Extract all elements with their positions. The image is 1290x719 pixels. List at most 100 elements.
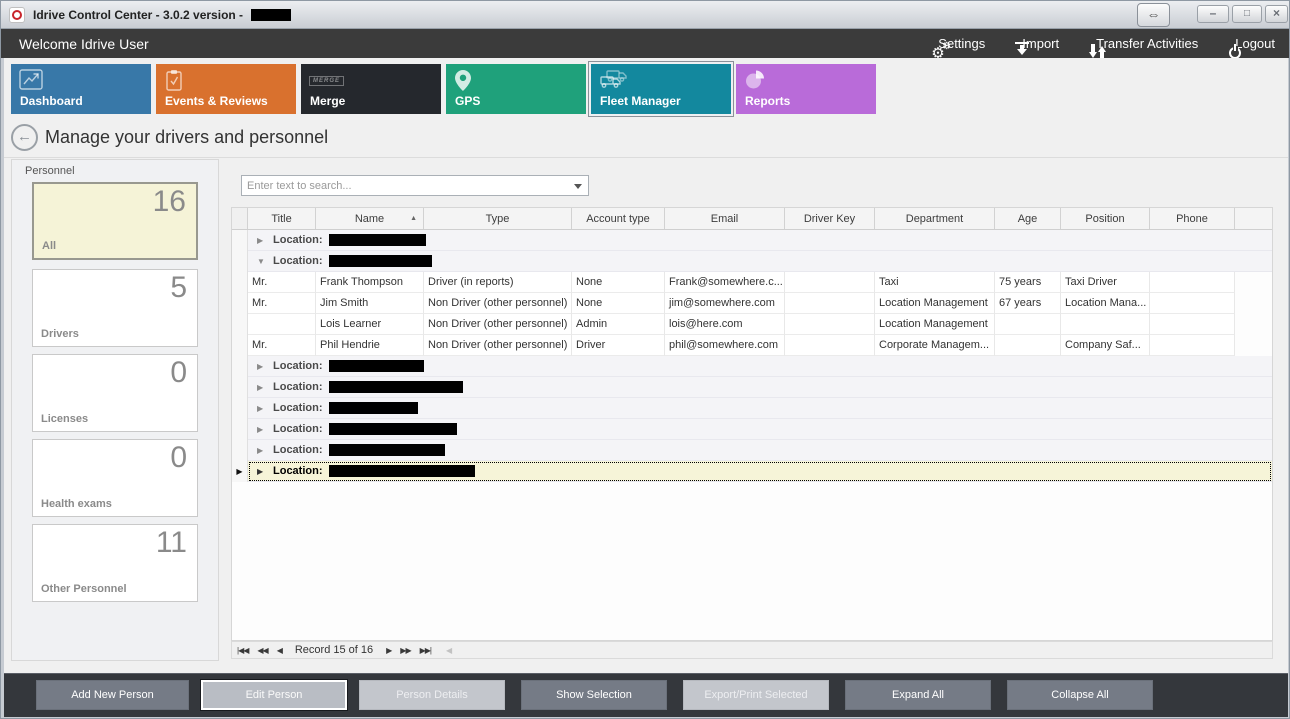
expand-triangle-icon[interactable]: ▶ bbox=[257, 362, 267, 371]
location-group-row[interactable]: ▶ Location: bbox=[232, 440, 1272, 461]
expand-triangle-icon[interactable]: ▶ bbox=[257, 383, 267, 392]
expand-triangle-icon[interactable]: ▶ bbox=[257, 236, 267, 245]
prev-record-button[interactable]: ◀ bbox=[277, 646, 282, 655]
tile-label: GPS bbox=[455, 94, 480, 108]
cell-age: 67 years bbox=[995, 293, 1061, 314]
tab-dashboard[interactable]: Dashboard bbox=[11, 64, 151, 114]
location-group-row[interactable]: ▶ Location: bbox=[232, 398, 1272, 419]
location-group-row[interactable]: ▶Location: bbox=[232, 377, 1272, 398]
close-button[interactable]: × bbox=[1265, 5, 1288, 23]
location-group-row[interactable]: ▶ Location: bbox=[232, 356, 1272, 377]
redaction-bar bbox=[329, 234, 426, 246]
person-row[interactable]: Lois LearnerNon Driver (other personnel)… bbox=[232, 314, 1272, 335]
sort-asc-icon: ▲ bbox=[410, 215, 417, 222]
edit-person-button[interactable]: Edit Person bbox=[201, 680, 347, 710]
prev-page-button[interactable]: ◀◀ bbox=[257, 646, 267, 655]
maximize-button[interactable]: □ bbox=[1232, 5, 1262, 23]
card-licenses[interactable]: 0Licenses bbox=[32, 354, 198, 432]
location-group-row[interactable]: ▶Location: bbox=[232, 230, 1272, 251]
import-button[interactable]: Import bbox=[1015, 36, 1059, 51]
column-header-phone[interactable]: Phone bbox=[1150, 208, 1235, 229]
card-other-personnel[interactable]: 11Other Personnel bbox=[32, 524, 198, 602]
tab-reports[interactable]: Reports bbox=[736, 64, 876, 114]
cell-position: Taxi Driver bbox=[1061, 272, 1150, 293]
redaction-bar bbox=[329, 423, 457, 435]
card-label: Health exams bbox=[41, 498, 112, 510]
tab-merge[interactable]: MERGEMerge bbox=[301, 64, 441, 114]
group-label: Location: bbox=[273, 402, 323, 414]
header-actions: ⚙⚙Settings Import Transfer Activities Logou… bbox=[931, 29, 1275, 58]
card-all[interactable]: 16All bbox=[32, 182, 198, 260]
export-print-selected-button: Export/Print Selected bbox=[683, 680, 829, 710]
card-drivers[interactable]: 5Drivers bbox=[32, 269, 198, 347]
cell-department: Location Management bbox=[875, 293, 995, 314]
welcome-text: Welcome Idrive User bbox=[19, 36, 149, 52]
card-label: Licenses bbox=[41, 413, 88, 425]
person-row[interactable]: Mr.Phil HendrieNon Driver (other personn… bbox=[232, 335, 1272, 356]
cell-title: Mr. bbox=[248, 272, 316, 293]
cell-age bbox=[995, 335, 1061, 356]
resize-button[interactable]: ⇔ bbox=[1137, 3, 1170, 27]
last-record-button[interactable]: ▶▶| bbox=[420, 646, 431, 655]
row-indicator-cell bbox=[232, 251, 248, 272]
card-count: 0 bbox=[170, 441, 187, 475]
back-button[interactable]: ← bbox=[11, 124, 38, 151]
trucks-icon bbox=[599, 69, 627, 94]
tab-fleet-manager[interactable]: Fleet Manager bbox=[589, 62, 733, 116]
column-header-title[interactable]: Title bbox=[248, 208, 316, 229]
cell-email: phil@somewhere.com bbox=[665, 335, 785, 356]
logout-button[interactable]: Logout bbox=[1228, 36, 1275, 51]
first-record-button[interactable]: |◀◀ bbox=[237, 646, 248, 655]
add-new-person-button[interactable]: Add New Person bbox=[36, 680, 189, 710]
dropdown-arrow-icon[interactable] bbox=[574, 184, 582, 189]
expand-all-button[interactable]: Expand All bbox=[845, 680, 991, 710]
cell-blank bbox=[1235, 272, 1272, 293]
cell-department: Location Management bbox=[875, 314, 995, 335]
next-record-button[interactable]: ▶ bbox=[386, 646, 391, 655]
tab-gps[interactable]: GPS bbox=[446, 64, 586, 114]
cell-driver-key bbox=[785, 272, 875, 293]
show-selection-button[interactable]: Show Selection bbox=[521, 680, 667, 710]
column-header-department[interactable]: Department bbox=[875, 208, 995, 229]
collapse-triangle-icon[interactable]: ▼ bbox=[257, 257, 267, 266]
group-label: Location: bbox=[273, 360, 323, 372]
group-label: Location: bbox=[273, 255, 323, 267]
card-count: 16 bbox=[153, 185, 186, 219]
transfer-activities-button[interactable]: Transfer Activities bbox=[1089, 36, 1198, 51]
column-header-email[interactable]: Email bbox=[665, 208, 785, 229]
tab-events-reviews[interactable]: Events & Reviews bbox=[156, 64, 296, 114]
column-header-age[interactable]: Age bbox=[995, 208, 1061, 229]
collapse-all-button[interactable]: Collapse All bbox=[1007, 680, 1153, 710]
search-input[interactable] bbox=[242, 177, 588, 196]
settings-button[interactable]: ⚙⚙Settings bbox=[931, 36, 985, 51]
location-group-row[interactable]: ▼ Location: bbox=[232, 251, 1272, 272]
person-row[interactable]: Mr.Frank ThompsonDriver (in reports)None… bbox=[232, 272, 1272, 293]
expand-triangle-icon[interactable]: ▶ bbox=[257, 425, 267, 434]
window-title: Idrive Control Center - 3.0.2 version - bbox=[33, 8, 243, 22]
expand-triangle-icon[interactable]: ▶ bbox=[257, 404, 267, 413]
card-health-exams[interactable]: 0 Health exams bbox=[32, 439, 198, 517]
group-row-body: ▶ Location: bbox=[248, 398, 1272, 419]
location-group-row[interactable]: ▶Location: bbox=[232, 419, 1272, 440]
column-header-name[interactable]: Name▲ bbox=[316, 208, 424, 229]
person-details-button: Person Details bbox=[359, 680, 505, 710]
titlebar: Idrive Control Center - 3.0.2 version - bbox=[1, 1, 1290, 29]
row-indicator-cell bbox=[232, 272, 248, 293]
minimize-button[interactable]: – bbox=[1197, 5, 1229, 23]
tile-label: Reports bbox=[745, 94, 790, 108]
personnel-sidebar: Personnel 16All5Drivers0Licenses0Health … bbox=[11, 159, 219, 661]
expand-triangle-icon[interactable]: ▶ bbox=[257, 446, 267, 455]
redaction-bar bbox=[329, 444, 445, 456]
cell-phone bbox=[1150, 293, 1235, 314]
column-header-position[interactable]: Position bbox=[1061, 208, 1150, 229]
person-row[interactable]: Mr.Jim SmithNon Driver (other personnel)… bbox=[232, 293, 1272, 314]
expand-triangle-icon[interactable]: ▶ bbox=[257, 467, 267, 476]
column-header-type[interactable]: Type bbox=[424, 208, 572, 229]
column-header-driver-key[interactable]: Driver Key bbox=[785, 208, 875, 229]
next-page-button[interactable]: ▶▶ bbox=[400, 646, 410, 655]
cell-position: Company Saf... bbox=[1061, 335, 1150, 356]
column-header-account-type[interactable]: Account type bbox=[572, 208, 665, 229]
clipboard-check-icon bbox=[164, 69, 184, 96]
group-label: Location: bbox=[273, 444, 323, 456]
location-group-row[interactable]: ▶▶Location: bbox=[232, 461, 1272, 482]
